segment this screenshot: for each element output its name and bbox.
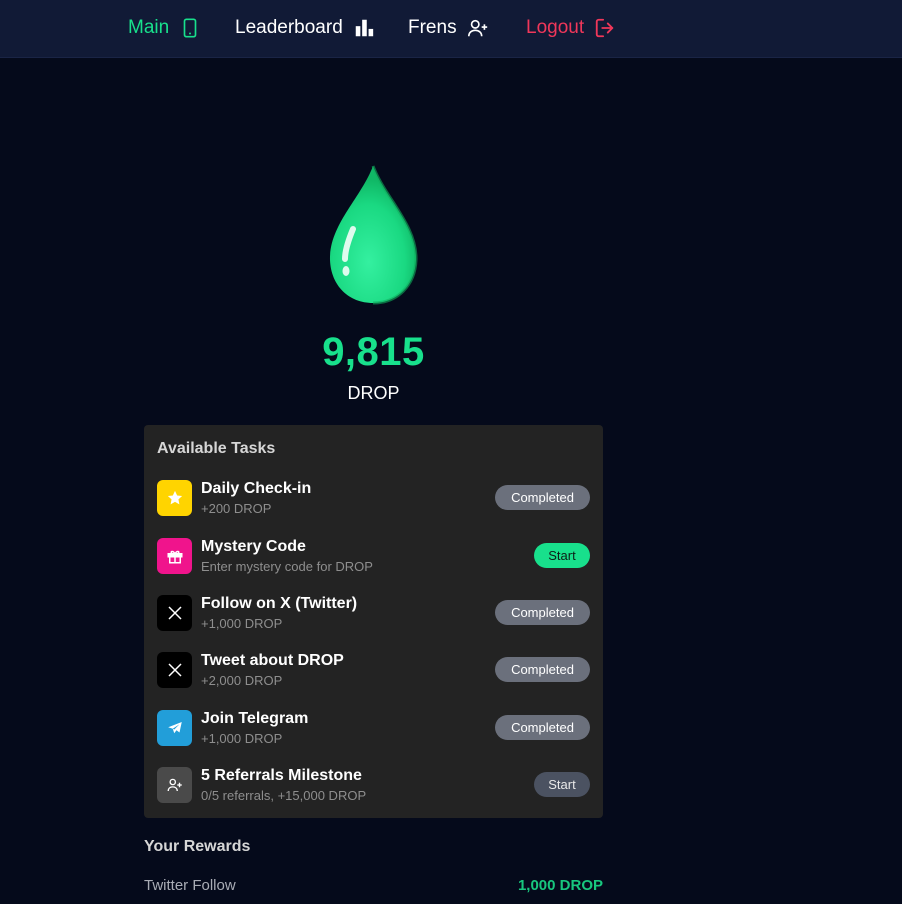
task-reward: Enter mystery code for DROP xyxy=(201,559,373,574)
task-icon-box xyxy=(157,710,192,746)
task-mystery-code: Mystery Code Enter mystery code for DROP… xyxy=(157,538,590,576)
task-daily-check-in: Daily Check-in +200 DROP Completed xyxy=(157,480,590,518)
nav-leaderboard-label: Leaderboard xyxy=(235,17,343,38)
add-user-icon xyxy=(467,19,487,37)
task-reward: +200 DROP xyxy=(201,501,272,516)
nav-logout-label: Logout xyxy=(526,17,585,38)
task-reward: +1,000 DROP xyxy=(201,616,283,631)
nav-main[interactable]: Main xyxy=(128,14,201,42)
tasks-panel: Available Tasks Daily Check-in +200 DROP… xyxy=(144,425,603,818)
completed-button[interactable]: Completed xyxy=(495,600,590,625)
reward-name: Twitter Follow xyxy=(144,877,236,894)
task-reward: 0/5 referrals, +15,000 DROP xyxy=(201,788,367,803)
completed-button[interactable]: Completed xyxy=(495,657,590,682)
users-icon xyxy=(167,778,182,792)
rewards-title: Your Rewards xyxy=(144,838,251,855)
tasks-title: Available Tasks xyxy=(157,440,276,457)
nav-leaderboard[interactable]: Leaderboard xyxy=(235,14,375,42)
task-icon-box xyxy=(157,595,192,631)
task-icon-box xyxy=(157,480,192,516)
task-name: Join Telegram xyxy=(201,710,309,727)
task-name: Tweet about DROP xyxy=(201,652,344,669)
task-tweet-about-drop: Tweet about DROP +2,000 DROP Completed xyxy=(157,652,590,690)
task-follow-x: Follow on X (Twitter) +1,000 DROP Comple… xyxy=(157,595,590,633)
task-icon-box xyxy=(157,767,192,803)
x-logo-icon xyxy=(167,606,182,620)
task-icon-box xyxy=(157,538,192,574)
task-name: Mystery Code xyxy=(201,538,306,555)
task-name: Daily Check-in xyxy=(201,480,312,497)
task-icon-box xyxy=(157,652,192,688)
balance-amount: 9,815 xyxy=(322,330,425,374)
task-join-telegram: Join Telegram +1,000 DROP Completed xyxy=(157,710,590,748)
bar-chart-icon xyxy=(355,19,373,37)
water-drop-icon xyxy=(329,165,418,305)
gift-icon xyxy=(167,550,182,564)
drop-logo xyxy=(325,163,421,308)
completed-button[interactable]: Completed xyxy=(495,715,590,740)
reward-value: 1,000 DROP xyxy=(517,877,603,894)
nav-frens-label: Frens xyxy=(408,17,457,38)
star-icon xyxy=(167,490,182,505)
telegram-icon xyxy=(167,722,182,734)
task-name: Follow on X (Twitter) xyxy=(201,595,358,612)
reward-row: Twitter Follow 1,000 DROP xyxy=(144,877,603,899)
x-logo-icon xyxy=(167,663,182,677)
task-reward: +1,000 DROP xyxy=(201,731,283,746)
completed-button[interactable]: Completed xyxy=(495,485,590,510)
nav-main-label: Main xyxy=(128,17,170,38)
start-button[interactable]: Start xyxy=(534,772,590,797)
task-referrals-milestone: 5 Referrals Milestone 0/5 referrals, +15… xyxy=(157,767,590,805)
nav-logout[interactable]: Logout xyxy=(526,14,616,42)
task-reward: +2,000 DROP xyxy=(201,673,283,688)
top-navigation: Main Leaderboard Frens Logout xyxy=(0,0,902,58)
logout-icon xyxy=(595,18,614,38)
start-button[interactable]: Start xyxy=(534,543,590,568)
balance-unit: DROP xyxy=(347,383,400,403)
phone-icon xyxy=(183,18,197,38)
task-name: 5 Referrals Milestone xyxy=(201,767,362,784)
nav-frens[interactable]: Frens xyxy=(408,14,489,42)
